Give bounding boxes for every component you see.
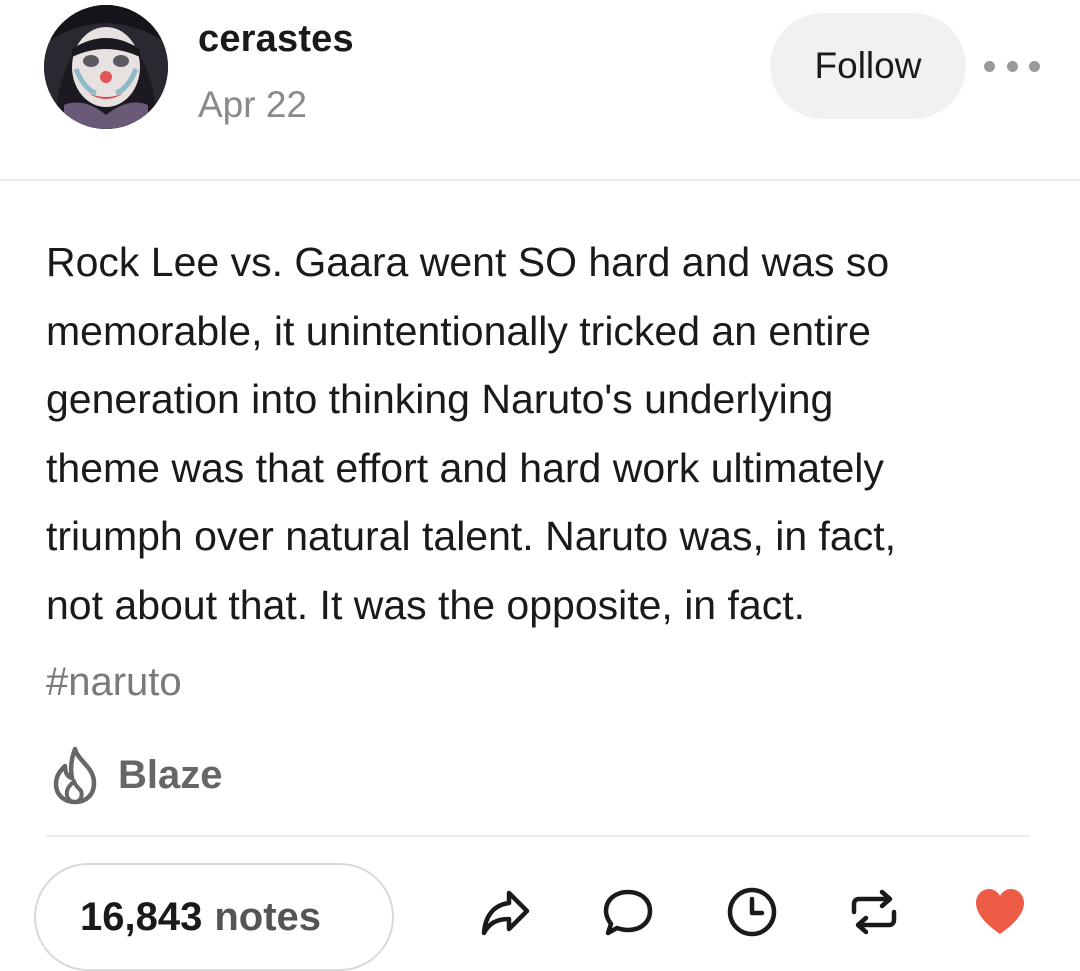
post-date: Apr 22 [198, 84, 308, 125]
post-body: Rock Lee vs. Gaara went SO hard and was … [46, 228, 1036, 639]
flame-icon [53, 746, 97, 805]
reply-icon [603, 889, 653, 936]
more-horizontal-icon [1029, 60, 1040, 72]
tag-link[interactable]: #naruto [46, 660, 182, 705]
reply-button[interactable] [600, 884, 656, 940]
notes-button[interactable]: 16,843 notes [34, 863, 394, 971]
clock-icon [727, 887, 777, 937]
more-horizontal-icon [1006, 60, 1018, 72]
heart-icon [976, 889, 1024, 934]
notes-count: 16,843 [80, 894, 203, 939]
reblog-icon [851, 889, 897, 935]
reblog-button[interactable] [846, 884, 902, 940]
post-body-line: theme was that effort and hard work ulti… [46, 444, 884, 491]
avatar[interactable] [44, 5, 168, 129]
share-icon [481, 890, 530, 936]
username[interactable]: cerastes [198, 18, 354, 61]
footer-divider [46, 835, 1030, 837]
more-options-button[interactable] [984, 48, 1040, 84]
follow-button[interactable]: Follow [770, 13, 966, 119]
more-horizontal-icon [984, 60, 995, 72]
notes-label: notes [214, 894, 322, 939]
post-header: cerastes Apr 22 Follow [0, 0, 1080, 180]
blaze-button[interactable]: Blaze [50, 742, 223, 808]
avatar-image [44, 5, 168, 129]
blaze-label: Blaze [118, 752, 223, 797]
like-button[interactable] [972, 884, 1028, 940]
history-button[interactable] [724, 884, 780, 940]
post-body-line: triumph over natural talent. Naruto was,… [46, 513, 897, 559]
post-body-line: not about that. It was the opposite, in … [46, 581, 805, 628]
post-body-line: generation into thinking Naruto's underl… [46, 376, 834, 422]
post-body-line: memorable, it unintentionally tricked an… [46, 307, 871, 354]
share-button[interactable] [478, 884, 534, 940]
post-body-line: Rock Lee vs. Gaara went SO hard and was … [46, 239, 890, 285]
header-divider [0, 179, 1080, 181]
